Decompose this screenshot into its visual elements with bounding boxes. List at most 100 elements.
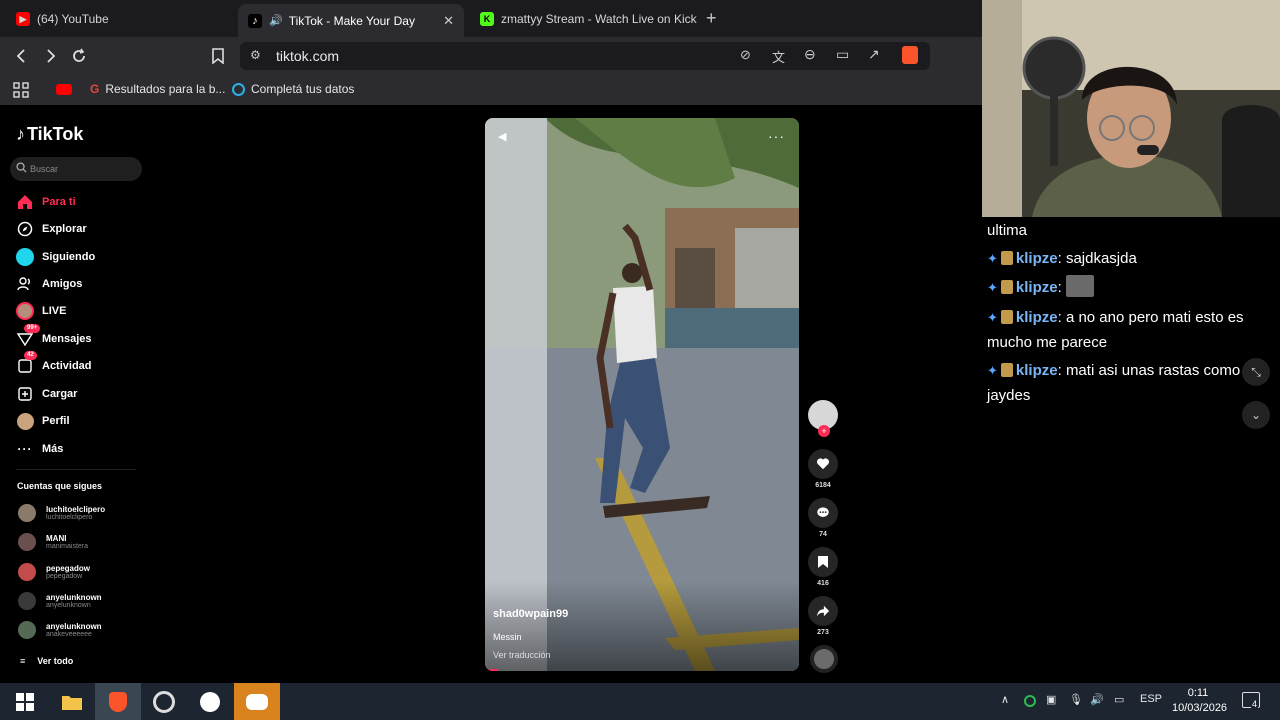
zoom-out-icon[interactable]: ⊖: [804, 46, 816, 63]
obs-icon[interactable]: [141, 683, 187, 720]
emote-image: [1065, 275, 1094, 297]
nav-label: Amigos: [42, 278, 83, 290]
bookmark-completa[interactable]: Completá tus datos: [232, 82, 354, 96]
translate-icon[interactable]: 文: [772, 47, 785, 66]
volume-icon[interactable]: 🔊: [1090, 693, 1104, 706]
activity-icon: 42: [16, 351, 37, 375]
brave-shield-icon[interactable]: [902, 46, 918, 64]
bookmark-search-results[interactable]: G Resultados para la b...: [90, 82, 225, 96]
translate-link[interactable]: Ver traducción: [493, 650, 551, 660]
tab-kick[interactable]: K zmattyy Stream - Watch Live on Kick: [470, 4, 698, 34]
search-input[interactable]: Buscar: [10, 157, 142, 181]
pin-icon: ✦: [987, 251, 998, 266]
chevron-down-icon[interactable]: ⌄: [1242, 401, 1270, 429]
translate-off-icon[interactable]: ⊘: [740, 47, 751, 63]
share-arrow-icon: [808, 596, 838, 626]
cast-icon[interactable]: ▭: [836, 46, 849, 63]
chat-message: ✦ klipze:: [987, 275, 1257, 300]
share-icon[interactable]: ↗: [868, 46, 880, 63]
app-tray-icon[interactable]: ▣: [1046, 693, 1056, 706]
subscriber-badge-icon: [1000, 310, 1013, 324]
nav-label: Explorar: [42, 223, 87, 235]
save-button[interactable]: 416: [807, 547, 839, 587]
chat-text: sajdkasjda: [1065, 250, 1137, 267]
tiktok-logo[interactable]: ♪ TikTok: [16, 124, 83, 145]
see-all-label: Ver todo: [37, 656, 74, 666]
chat-message: ultima: [987, 218, 1257, 243]
clock-app-icon[interactable]: [187, 683, 233, 720]
account-item[interactable]: MANI manimaistera: [18, 533, 88, 551]
language-indicator[interactable]: ESP: [1140, 693, 1162, 705]
tab-youtube[interactable]: ▶ (64) YouTube: [6, 4, 234, 34]
video-player[interactable]: ◀ ··· shad0wpain99 Messin Ver traducción: [485, 118, 799, 671]
nav-label: Cargar: [42, 388, 78, 400]
nav-perfil[interactable]: Perfil: [16, 412, 70, 430]
divider: [16, 469, 136, 470]
share-count: 273: [817, 629, 829, 636]
more-options-icon[interactable]: ···: [768, 128, 785, 144]
share-button[interactable]: 273: [807, 596, 839, 636]
reload-button[interactable]: [69, 46, 89, 66]
comment-count: 74: [819, 531, 827, 538]
notifications-icon[interactable]: 4: [1242, 692, 1260, 709]
speaker-icon[interactable]: 🔊: [269, 14, 283, 27]
volume-icon[interactable]: ◀: [498, 130, 506, 143]
network-icon[interactable]: ▭: [1114, 693, 1124, 706]
windows-start-button[interactable]: [2, 683, 48, 720]
nav-explorar[interactable]: Explorar: [16, 220, 87, 238]
youtube-icon: ▶: [16, 12, 30, 26]
nav-siguiendo[interactable]: Siguiendo: [16, 248, 95, 266]
nav-mensajes[interactable]: 99+ Mensajes: [16, 324, 92, 348]
avatar: [18, 533, 36, 551]
address-bar[interactable]: ⚙ tiktok.com ⊘ 文 ⊖ ▭ ↗: [240, 42, 930, 70]
forward-button[interactable]: [40, 46, 60, 66]
bookmark-label: Completá tus datos: [251, 82, 355, 96]
discord-icon[interactable]: [234, 683, 280, 720]
tab-tiktok[interactable]: ♪ 🔊 TikTok - Make Your Day ✕: [238, 4, 464, 37]
chat-username[interactable]: klipze: [1016, 309, 1058, 326]
chat-username[interactable]: klipze: [1016, 362, 1058, 379]
nav-live[interactable]: LIVE: [16, 302, 66, 320]
music-disc-icon: [810, 645, 838, 673]
follow-plus-icon[interactable]: +: [818, 425, 830, 437]
subscriber-badge-icon: [1000, 363, 1013, 377]
nav-amigos[interactable]: Amigos: [16, 275, 82, 293]
account-item[interactable]: anyelunknown anakeveeeeee: [18, 621, 102, 639]
see-all-link[interactable]: ≡ Ver todo: [20, 656, 73, 666]
apps-icon[interactable]: [13, 82, 29, 98]
chat-username[interactable]: klipze: [1016, 250, 1058, 267]
chat-message: ✦ klipze: a no ano pero mati esto es much…: [987, 309, 1244, 351]
nav-para-ti[interactable]: Para ti: [16, 193, 76, 211]
bookmark-button[interactable]: [208, 46, 228, 66]
brave-browser-icon[interactable]: [95, 683, 141, 720]
green-circle-icon[interactable]: [1024, 695, 1036, 707]
chat-message: ✦ klipze: sajdkasjda: [987, 250, 1137, 267]
comment-button[interactable]: 74: [807, 498, 839, 538]
back-button[interactable]: [12, 46, 32, 66]
nav-cargar[interactable]: Cargar: [16, 385, 77, 403]
microphone-icon[interactable]: 🎙: [1069, 693, 1083, 706]
video-username[interactable]: shad0wpain99: [493, 608, 568, 620]
site-settings-icon[interactable]: ⚙: [250, 48, 261, 62]
video-progress[interactable]: [485, 669, 498, 671]
expand-icon[interactable]: ⤡: [1242, 358, 1270, 386]
nav-mas[interactable]: ··· Más: [16, 440, 64, 458]
like-button[interactable]: 6184: [807, 449, 839, 489]
creator-avatar-button[interactable]: +: [807, 400, 839, 437]
webcam-overlay: [982, 0, 1280, 217]
account-item[interactable]: pepegadow pepegadow: [18, 563, 90, 581]
close-tab-icon[interactable]: ✕: [443, 13, 454, 29]
comment-icon: [808, 498, 838, 528]
new-tab-button[interactable]: +: [706, 8, 717, 29]
music-disc-button[interactable]: [808, 645, 840, 673]
nav-actividad[interactable]: 42 Actividad: [16, 351, 92, 375]
file-explorer-icon[interactable]: [49, 683, 95, 720]
more-icon: ···: [17, 442, 33, 456]
taskbar: ∧ ▣ 🎙 🔊 ▭ ESP 0:11 10/03/2026 4: [0, 683, 1280, 720]
tray-expand-icon[interactable]: ∧: [1001, 693, 1009, 706]
bookmark-youtube[interactable]: [56, 84, 72, 95]
account-item[interactable]: anyelunknown anyelunknown: [18, 592, 102, 610]
account-item[interactable]: luchitoelclipero luchitoelclipero: [18, 504, 105, 522]
chat-username[interactable]: klipze: [1016, 279, 1058, 296]
system-clock[interactable]: 0:11 10/03/2026: [1172, 686, 1227, 716]
